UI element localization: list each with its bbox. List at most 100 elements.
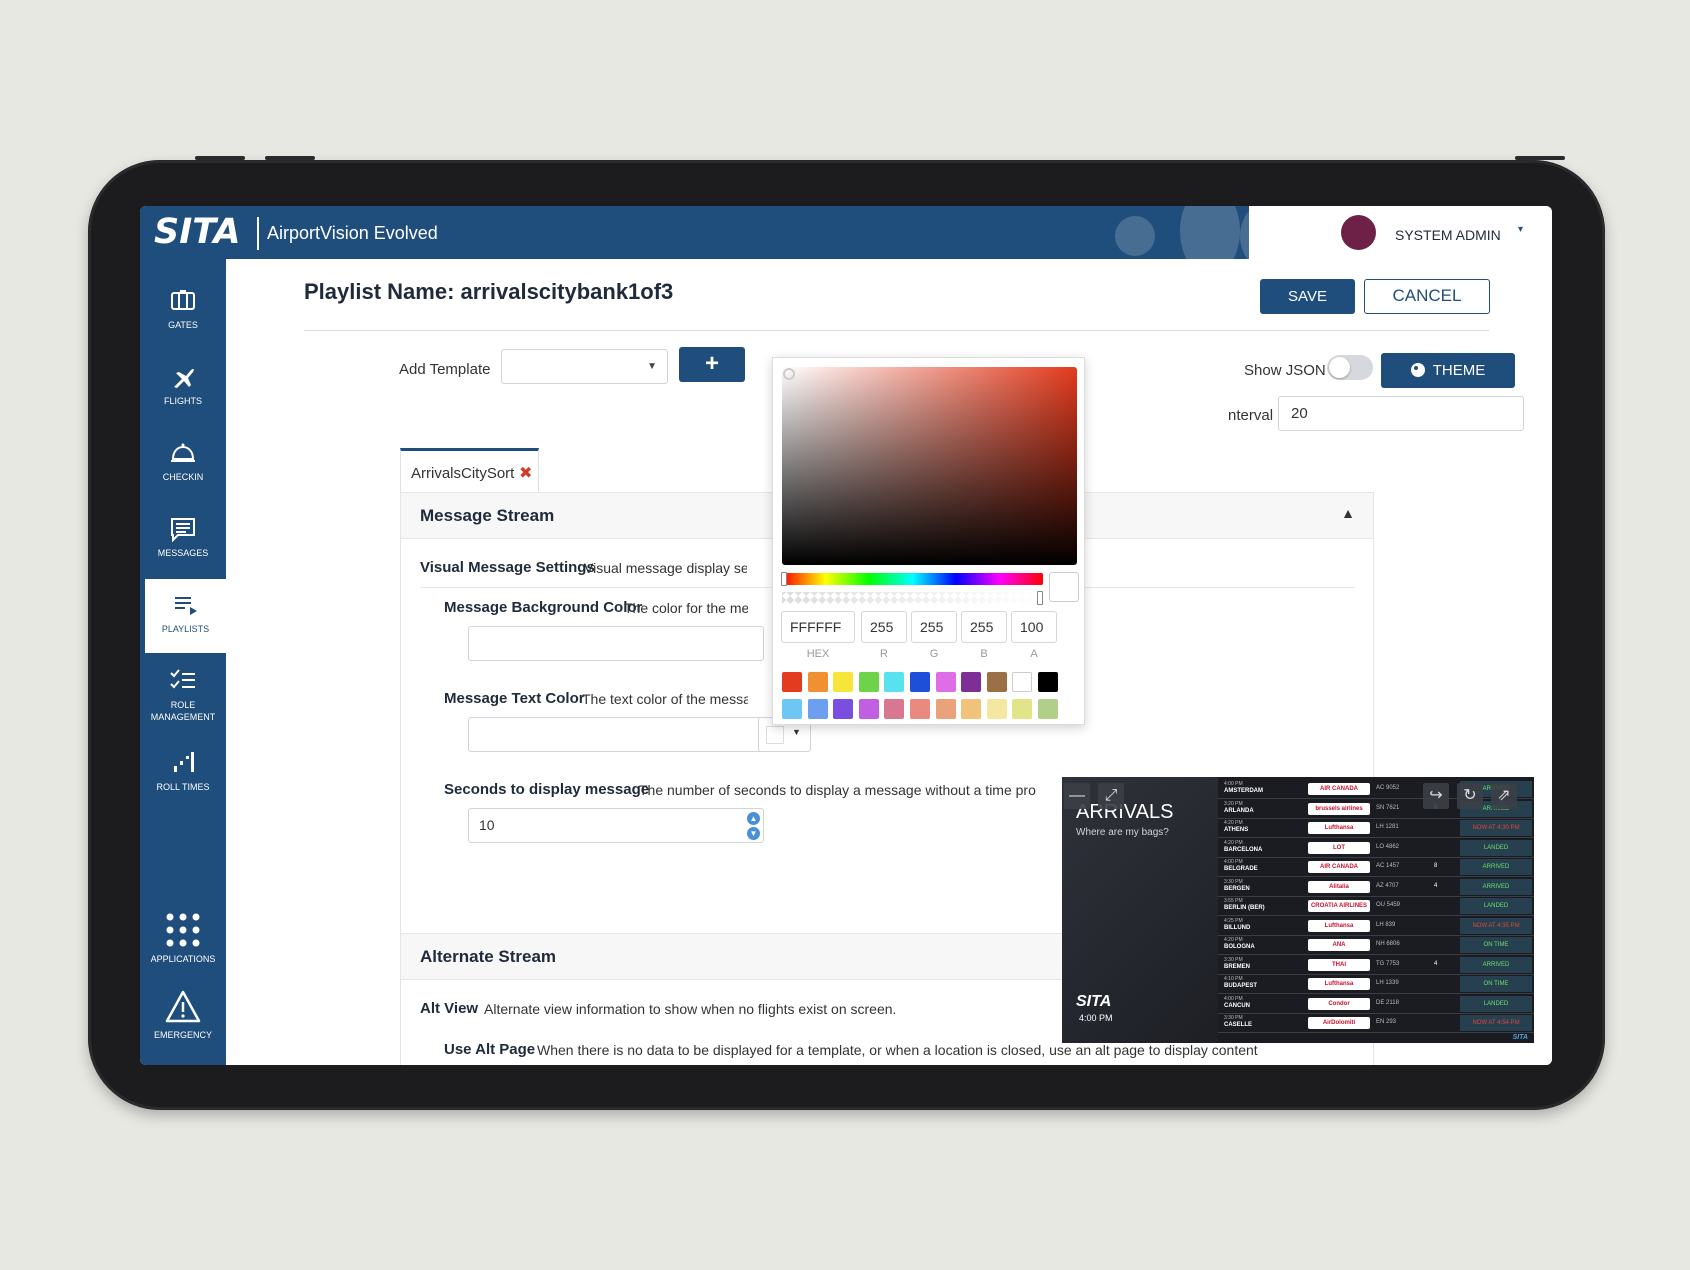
color-swatch[interactable] xyxy=(807,672,828,692)
preview-row-airline: Lufthansa xyxy=(1308,822,1370,834)
preview-row-time: 4:00 PM xyxy=(1224,859,1243,865)
sidebar-item-applications[interactable]: APPLICATIONS xyxy=(140,905,226,975)
show-json-toggle[interactable] xyxy=(1327,355,1373,380)
preview-row-status: LANDED xyxy=(1460,995,1532,1012)
preview-row-status: ON TIME xyxy=(1460,976,1532,992)
hex-input[interactable]: FFFFFF xyxy=(781,611,855,643)
share-icon[interactable]: ↪ xyxy=(1423,783,1449,809)
number-spinner[interactable]: ▲ ▼ xyxy=(747,812,760,840)
preview-row: 4:20 PM BARCELONA LOT LO 4862 LANDED xyxy=(1218,839,1534,858)
preview-row-flight: LH 839 xyxy=(1376,921,1396,928)
color-swatch[interactable] xyxy=(1038,672,1058,692)
refresh-icon[interactable]: ↻ xyxy=(1457,783,1483,809)
preview-logo: SITA xyxy=(1076,993,1112,1010)
close-icon[interactable]: ✖ xyxy=(519,463,532,483)
theme-button[interactable]: THEME xyxy=(1381,353,1515,388)
color-swatch[interactable] xyxy=(961,672,982,692)
minimize-icon[interactable]: — xyxy=(1064,783,1090,809)
saturation-handle[interactable] xyxy=(783,368,795,380)
color-swatch[interactable] xyxy=(1012,672,1033,692)
sidebar-item-playlists[interactable]: PLAYLISTS xyxy=(145,579,226,653)
preview-row-city: BREMEN xyxy=(1224,963,1251,970)
template-select[interactable]: ▼ xyxy=(501,349,668,384)
color-swatch[interactable] xyxy=(782,672,802,692)
color-swatch[interactable] xyxy=(782,699,802,719)
color-swatch[interactable] xyxy=(884,699,905,719)
alpha-slider[interactable] xyxy=(782,591,1043,605)
sidebar-item-emergency[interactable]: EMERGENCY xyxy=(140,981,226,1055)
preview-row: 3:30 PM BREMEN THAI TG 7753 4 ARRIVED xyxy=(1218,956,1534,975)
color-swatch[interactable] xyxy=(935,699,956,719)
sidebar-item-gates[interactable]: GATES xyxy=(140,275,226,349)
seconds-input[interactable]: 10 ▲ ▼ xyxy=(468,808,764,843)
color-swatch[interactable] xyxy=(858,699,879,719)
user-menu-button[interactable]: SYSTEM ADMIN xyxy=(1395,227,1501,243)
use-alt-page-label: Use Alt Page xyxy=(444,1041,536,1058)
sidebar-item-flights[interactable]: FLIGHTS xyxy=(140,351,226,425)
color-swatch[interactable] xyxy=(1038,699,1058,719)
preview-row: 4:20 PM BOLOGNA ANA NH 6806 ON TIME xyxy=(1218,936,1534,955)
logo-divider xyxy=(257,217,259,250)
external-link-icon[interactable]: ⇗ xyxy=(1491,783,1517,809)
green-input[interactable]: 255 xyxy=(911,611,957,643)
color-swatch[interactable] xyxy=(961,699,982,719)
alpha-input[interactable]: 100 xyxy=(1011,611,1057,643)
interval-input[interactable]: 20 xyxy=(1278,396,1524,431)
add-template-button[interactable]: + xyxy=(679,347,745,382)
hue-handle[interactable] xyxy=(781,572,787,586)
preview-brand: SITA xyxy=(1512,1034,1528,1041)
spin-down-icon[interactable]: ▼ xyxy=(747,827,760,840)
preview-row: 4:00 PMAMSTERDAMAIR CANADAAC 9052ARRIVED xyxy=(1218,780,1534,799)
chevron-down-icon[interactable]: ▾ xyxy=(1518,224,1523,235)
sidebar-item-role-management[interactable]: ROLE MANAGEMENT xyxy=(140,655,226,735)
color-swatch[interactable] xyxy=(807,699,828,719)
preview-row: 4:25 PM BILLUND Lufthansa LH 839 NOW AT 4:35… xyxy=(1218,917,1534,936)
preview-row-airline: LOT xyxy=(1308,841,1370,854)
fullscreen-icon[interactable]: ⤢ xyxy=(1098,783,1124,809)
color-swatch[interactable] xyxy=(1012,699,1033,719)
preview-row-airline: Lufthansa xyxy=(1308,919,1370,932)
saturation-area[interactable] xyxy=(782,367,1077,565)
text-color-input[interactable] xyxy=(468,717,764,752)
sidebar-item-messages[interactable]: MESSAGES xyxy=(140,503,226,577)
preview-row: 4:10 PM BUDAPEST Lufthansa LH 1339 ON TIME xyxy=(1218,975,1534,994)
preview-row-flight: NH 6806 xyxy=(1376,941,1400,947)
avatar[interactable] xyxy=(1341,215,1376,250)
bg-color-input[interactable] xyxy=(468,626,764,661)
sidebar-item-checkin[interactable]: CHECKIN xyxy=(140,427,226,501)
preview-row-city: BARCELONA xyxy=(1224,846,1263,853)
preview-row-city: CASELLE xyxy=(1224,1022,1253,1028)
color-swatch[interactable] xyxy=(910,699,930,719)
preview-row-city: ARLANDA xyxy=(1224,807,1254,814)
product-name: AirportVision Evolved xyxy=(267,223,438,243)
chevron-up-icon[interactable]: ▲ xyxy=(1341,505,1355,521)
alt-view-desc: Alternate view information to show when … xyxy=(484,1001,897,1017)
blue-input[interactable]: 255 xyxy=(961,611,1007,643)
color-swatch[interactable] xyxy=(986,699,1007,719)
color-swatch[interactable] xyxy=(884,672,905,692)
color-swatch[interactable] xyxy=(833,672,854,692)
save-button[interactable]: SAVE xyxy=(1260,279,1355,314)
preview-row: 3:30 PM CASELLE AirDolomiti EN 293 NOW AT 4:… xyxy=(1218,1014,1534,1033)
checklist-icon xyxy=(170,669,195,689)
hue-slider[interactable] xyxy=(781,572,1043,586)
color-swatch[interactable] xyxy=(986,672,1007,692)
spin-up-icon[interactable]: ▲ xyxy=(747,812,760,825)
preview-row-status: ARRIVED xyxy=(1460,878,1532,895)
message-icon xyxy=(171,518,195,543)
tab-arrivalscitysort[interactable]: ArrivalsCitySort ✖ xyxy=(400,448,539,493)
theme-button-label: THEME xyxy=(1432,362,1486,379)
preview-row-status: NOW AT 4:30 PM xyxy=(1460,820,1532,836)
color-swatch[interactable] xyxy=(910,672,930,692)
color-swatch[interactable] xyxy=(833,699,854,719)
red-input[interactable]: 255 xyxy=(861,611,907,643)
toggle-knob xyxy=(1329,357,1350,378)
preview-row: 3:55 PM BERLIN (BER) CROATIA AIRLINES OU 54… xyxy=(1218,897,1534,916)
sidebar-item-roll-times[interactable]: ROLL TIMES xyxy=(140,737,226,811)
cancel-button[interactable]: CANCEL xyxy=(1364,279,1490,314)
alpha-gradient xyxy=(782,592,1043,604)
color-swatch[interactable] xyxy=(935,672,956,692)
preview-row-time: 4:20 PM xyxy=(1224,820,1243,826)
color-swatch[interactable] xyxy=(858,672,879,692)
alpha-handle[interactable] xyxy=(1037,591,1043,605)
